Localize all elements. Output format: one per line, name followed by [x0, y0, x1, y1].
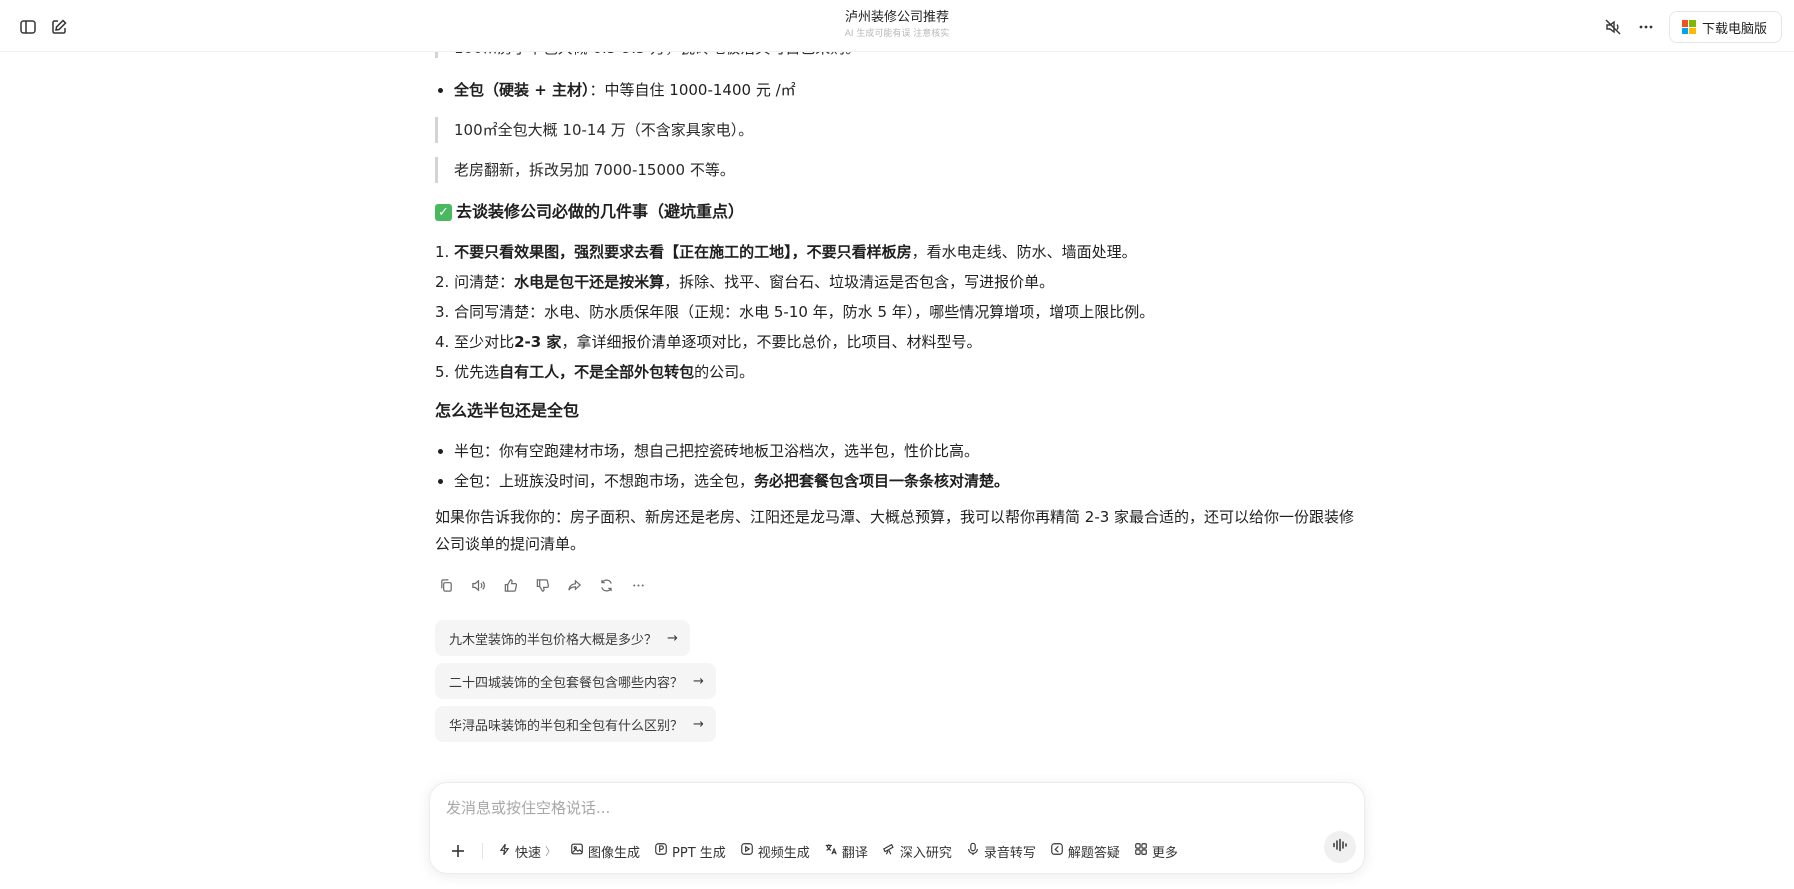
share-icon[interactable]	[563, 574, 585, 596]
message-actions	[435, 574, 649, 596]
blockquote: 老房翻新，拆改另加 7000-15000 不等。	[435, 157, 735, 183]
checkmark-icon: ✓	[435, 203, 452, 221]
ordered-list-item: 5. 优先选自有工人，不是全部外包转包的公司。	[435, 363, 755, 381]
quote-text: 老房翻新，拆改另加 7000-15000 不等。	[454, 161, 735, 179]
tool-image-generation[interactable]: 图像生成	[563, 837, 647, 865]
list-item: 全包：上班族没时间，不想跑市场，选全包，务必把套餐包含项目一条条核对清楚。	[435, 470, 1009, 492]
tool-label: 翻译	[841, 845, 868, 861]
tool-translate[interactable]: 翻译	[817, 837, 875, 865]
thumbs-up-icon[interactable]	[499, 574, 521, 596]
grid-icon	[1134, 842, 1148, 860]
section-heading: 怎么选半包还是全包	[435, 400, 579, 422]
tool-label: PPT 生成	[672, 845, 726, 861]
suggestion-chip[interactable]: 二十四城装饰的全包套餐包含哪些内容？ →	[435, 663, 716, 699]
suggestion-chip[interactable]: 华浔品味装饰的半包和全包有什么区别？ →	[435, 706, 716, 742]
image-icon	[570, 842, 584, 860]
arrow-right-icon: →	[693, 716, 704, 732]
mute-icon[interactable]	[1600, 14, 1626, 40]
suggestion-text: 二十四城装饰的全包套餐包含哪些内容？	[449, 675, 684, 691]
ordered-list-item: 3. 合同写清楚：水电、防水质保年限（正规：水电 5-10 年，防水 5 年），…	[435, 303, 1155, 321]
tool-label: 图像生成	[588, 845, 641, 861]
suggestion-text: 华浔品味装饰的半包和全包有什么区别？	[449, 718, 684, 734]
ordered-list-item: 2. 问清楚：水电是包干还是按米算，拆除、找平、窗台石、垃圾清运是否包含，写进报…	[435, 273, 1055, 291]
windows-logo-icon	[1681, 20, 1696, 34]
chat-title: 泸州装修公司推荐	[844, 10, 949, 25]
new-chat-icon[interactable]	[46, 14, 72, 40]
thumbs-down-icon[interactable]	[531, 574, 553, 596]
ordered-list-item: 4. 至少对比2-3 家，拿详细报价清单逐项对比，不要比总价，比项目、材料型号。	[435, 333, 982, 351]
read-aloud-icon[interactable]	[467, 574, 489, 596]
telescope-icon	[882, 842, 896, 860]
tool-deep-research[interactable]: 深入研究	[875, 837, 959, 865]
ordered-list-item: 1. 不要只看效果图，强烈要求去看【正在施工的工地】，不要只看样板房，看水电走线…	[435, 243, 1137, 261]
more-actions-icon[interactable]	[627, 574, 649, 596]
mode-selector-button[interactable]: 快速 〉	[491, 837, 563, 865]
download-label: 下载电脑版	[1701, 21, 1767, 37]
closing-paragraph: 如果你告诉我你的：房子面积、新房还是老房、江阳还是龙马潭、大概总预算，我可以帮你…	[435, 508, 1355, 553]
microphone-icon	[966, 842, 980, 860]
heading-text: 怎么选半包还是全包	[435, 401, 580, 420]
bold-text: 全包（硬装 + 主材）	[454, 81, 590, 99]
list-item: 半包：你有空跑建材市场，想自己把控瓷砖地板卫浴档次，选半包，性价比高。	[435, 440, 979, 462]
suggestion-text: 九木堂装饰的半包价格大概是多少？	[449, 632, 658, 648]
tool-label: 解题答疑	[1067, 845, 1120, 861]
list-item: 全包（硬装 + 主材）：中等自住 1000-1400 元 /㎡	[435, 79, 796, 101]
tool-transcription[interactable]: 录音转写	[959, 837, 1043, 865]
ppt-icon	[654, 842, 668, 860]
blockquote: 100㎡全包大概 10-14 万（不含家具家电）。	[435, 117, 753, 143]
tool-homework-help[interactable]: 解题答疑	[1043, 837, 1127, 865]
composer-toolbar: 快速 〉 图像生成 PPT 生成 视频生成 翻译 深入研究 录音转写 解题答疑 …	[444, 837, 1185, 865]
arrow-right-icon: →	[667, 630, 678, 646]
add-attachment-button[interactable]	[444, 837, 472, 865]
solve-icon	[1050, 842, 1064, 860]
translate-icon	[824, 842, 838, 860]
arrow-right-icon: →	[693, 673, 704, 689]
section-heading: ✓ 去谈装修公司必做的几件事（避坑重点）	[435, 201, 744, 223]
mode-label: 快速	[515, 845, 542, 861]
message-input[interactable]	[446, 795, 1326, 821]
heading-text: 去谈装修公司必做的几件事（避坑重点）	[456, 202, 745, 221]
voice-input-button[interactable]	[1324, 831, 1356, 863]
header-bar: 泸州装修公司推荐 AI 生成可能有误 注意核实 下载电脑版	[0, 0, 1794, 52]
lightning-icon	[498, 843, 511, 860]
quote-text: 100㎡全包大概 10-14 万（不含家具家电）。	[454, 121, 754, 139]
copy-icon[interactable]	[435, 574, 457, 596]
suggestion-chip[interactable]: 九木堂装饰的半包价格大概是多少？ →	[435, 620, 690, 656]
tool-label: 录音转写	[983, 845, 1036, 861]
message-composer: 快速 〉 图像生成 PPT 生成 视频生成 翻译 深入研究 录音转写	[429, 782, 1365, 874]
more-options-icon[interactable]	[1633, 14, 1659, 40]
video-icon	[740, 842, 754, 860]
tool-more[interactable]: 更多	[1127, 837, 1185, 865]
tool-ppt-generation[interactable]: PPT 生成	[647, 837, 733, 865]
list-text: ：中等自住 1000-1400 元 /㎡	[589, 81, 796, 99]
chat-title-area: 泸州装修公司推荐 AI 生成可能有误 注意核实	[0, 9, 1794, 41]
chevron-right-icon: 〉	[545, 845, 557, 858]
download-desktop-button[interactable]: 下载电脑版	[1668, 11, 1782, 43]
ai-disclaimer: AI 生成可能有误 注意核实	[844, 29, 950, 39]
toolbar-divider	[482, 843, 483, 859]
tool-video-generation[interactable]: 视频生成	[733, 837, 817, 865]
regenerate-icon[interactable]	[595, 574, 617, 596]
waveform-icon	[1332, 837, 1348, 857]
tool-label: 深入研究	[899, 845, 952, 861]
sidebar-toggle-icon[interactable]	[15, 14, 41, 40]
tool-label: 视频生成	[757, 845, 810, 861]
tool-label: 更多	[1151, 845, 1178, 861]
